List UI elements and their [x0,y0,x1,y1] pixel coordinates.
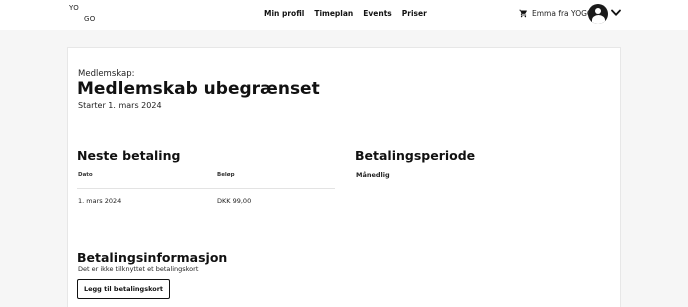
payment-date: 1. mars 2024 [78,197,122,205]
logo-text-bottom: GO [84,15,96,23]
next-payment-heading: Neste betaling [77,148,181,163]
membership-title: Medlemskab ubegrænset [77,79,320,99]
logo-text-top: YO [69,4,80,12]
payment-period-value: Månedlig [356,171,390,179]
add-payment-card-button[interactable]: Legg til betalingskort [77,279,170,299]
payment-info-subtext: Det er ikke tilknyttet et betalingskort [78,265,199,273]
account-circle-icon[interactable] [588,4,608,24]
cart-icon[interactable] [519,9,528,20]
nav-item-timeplan[interactable]: Timeplan [314,9,353,18]
logo[interactable]: YO GO [69,4,103,26]
table-divider [77,188,335,189]
main-nav: Min profil Timeplan Events Priser [264,9,427,18]
top-bar: YO GO Min profil Timeplan Events Priser … [0,0,688,30]
nav-item-priser[interactable]: Priser [402,9,427,18]
column-header-date: Dato [78,172,93,178]
nav-item-events[interactable]: Events [363,9,392,18]
user-name[interactable]: Emma fra YOGO [532,9,593,18]
membership-start-date: Starter 1. mars 2024 [78,101,162,110]
payment-amount: DKK 99,00 [217,197,252,205]
membership-label: Medlemskap: [78,69,135,79]
payment-info-heading: Betalingsinformasjon [77,250,228,265]
nav-item-min-profil[interactable]: Min profil [264,9,304,18]
column-header-amount: Beløp [217,172,235,178]
membership-card: Medlemskap: Medlemskab ubegrænset Starte… [67,47,621,307]
payment-period-heading: Betalingsperiode [355,148,476,163]
chevron-down-icon[interactable] [611,9,621,17]
